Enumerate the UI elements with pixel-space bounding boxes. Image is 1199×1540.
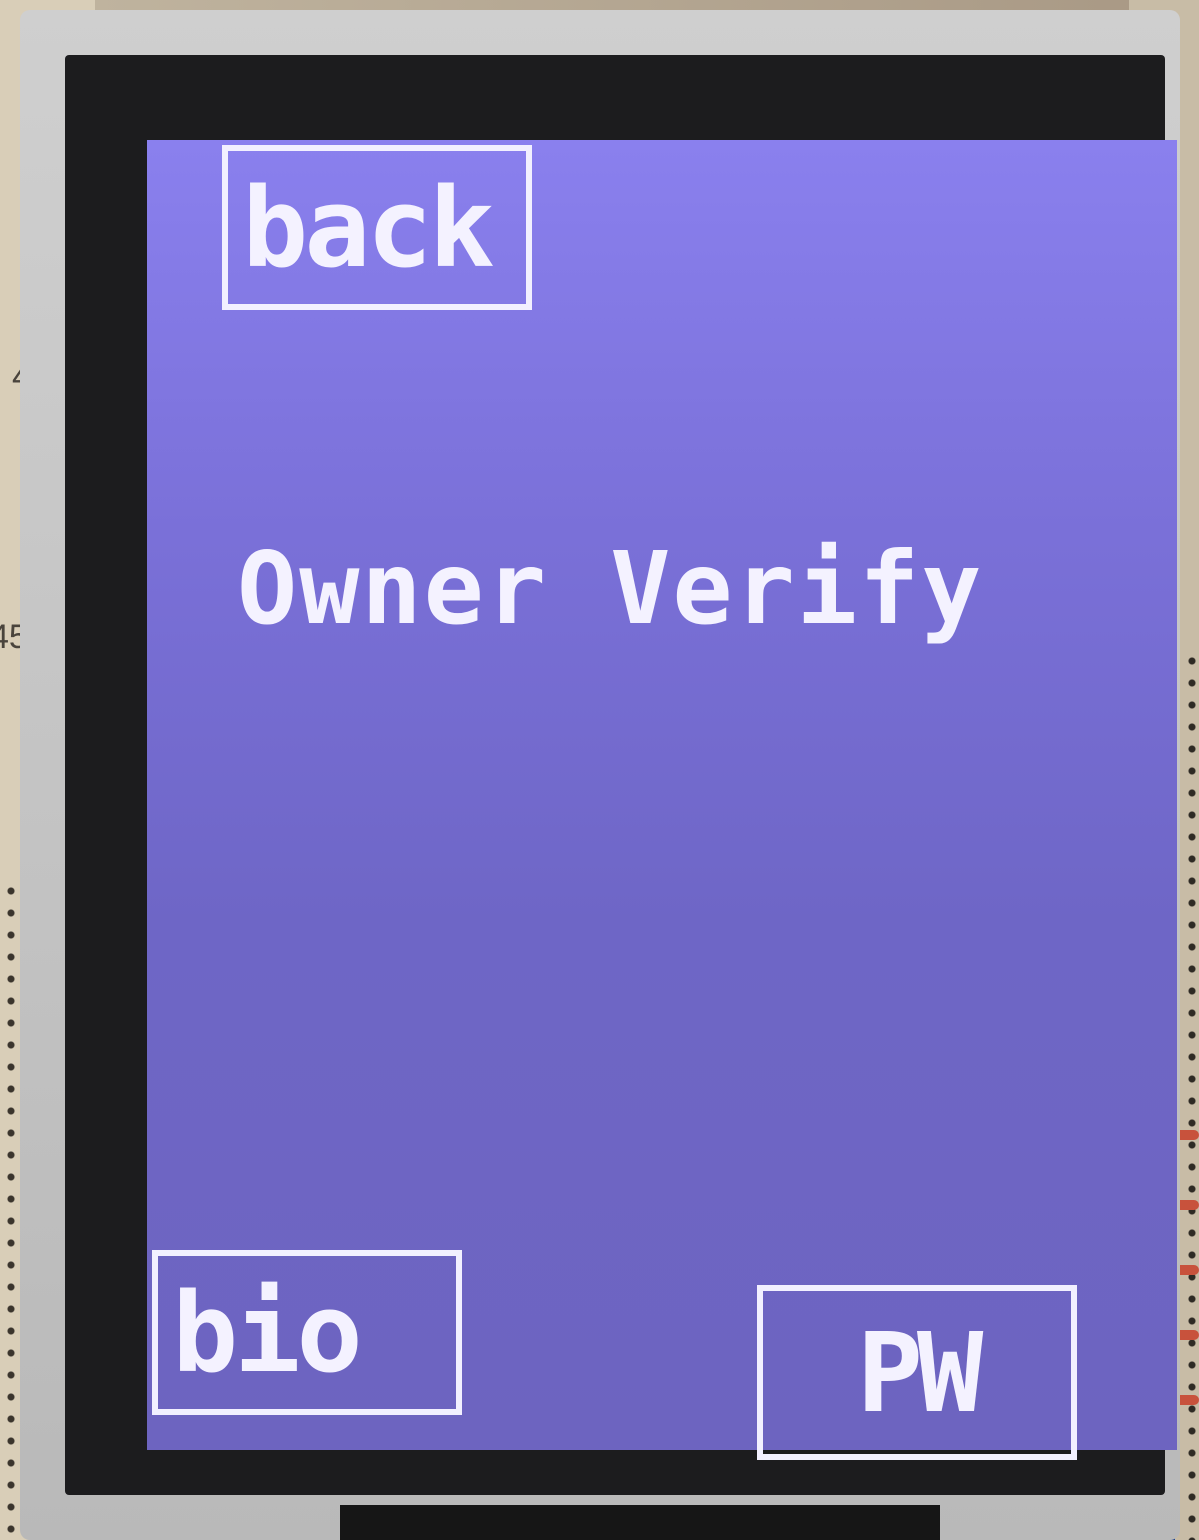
tft-bezel: back Owner Verify bio PW bbox=[65, 55, 1177, 1495]
flex-connector bbox=[340, 1505, 940, 1540]
back-button[interactable]: back bbox=[222, 145, 532, 310]
bio-button[interactable]: bio bbox=[152, 1250, 462, 1415]
pw-button[interactable]: PW bbox=[757, 1285, 1077, 1460]
page-title: Owner Verify bbox=[237, 530, 984, 647]
tft-module-frame: back Owner Verify bio PW bbox=[20, 10, 1180, 1540]
device-photo: 35 40 45 back Owner Verify bio PW bbox=[0, 0, 1199, 1540]
tft-screen: back Owner Verify bio PW bbox=[147, 140, 1177, 1460]
